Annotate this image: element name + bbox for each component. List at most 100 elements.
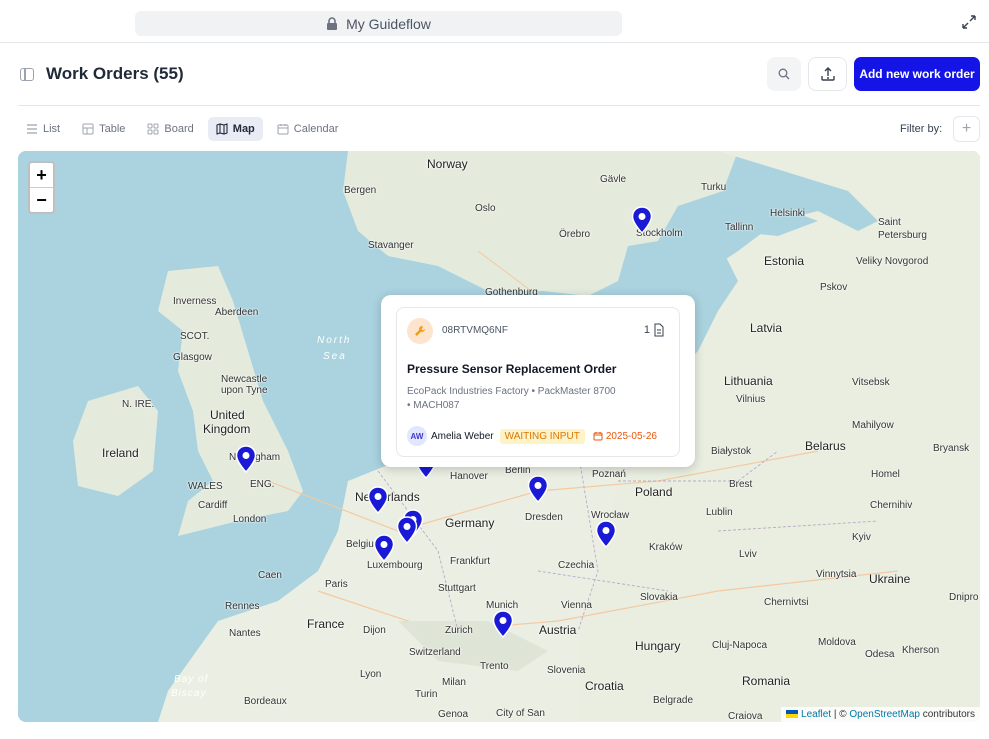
map-label: Turin [415, 689, 438, 700]
map-pin-icon[interactable] [235, 445, 257, 473]
map-label: Poland [635, 485, 673, 499]
map-label: Gävle [600, 174, 627, 185]
map-label: Frankfurt [450, 556, 491, 567]
tab-map[interactable]: Map [207, 117, 263, 141]
map-label: Kraków [649, 542, 683, 553]
calendar-icon [593, 432, 603, 441]
status-badge: WAITING INPUT [499, 428, 585, 444]
map-label: Austria [539, 623, 577, 637]
osm-link[interactable]: OpenStreetMap [849, 709, 920, 720]
machine-id: MACH087 [413, 400, 460, 411]
map-pin-icon[interactable] [595, 520, 617, 548]
map-label: Chernihiv [870, 500, 913, 511]
map-label: United [210, 408, 245, 422]
avatar: AW [407, 426, 427, 446]
work-order-card[interactable]: 08RTVMQ6NF 1 Pressure Sensor Replacement… [396, 307, 680, 457]
map-label: Belgrade [653, 695, 694, 706]
zoom-control: + − [28, 161, 55, 214]
map-label: Caen [258, 570, 282, 581]
attribution-separator: | © [831, 709, 850, 720]
map-view[interactable]: + − Norway Bergen Oslo Stavanger Gävle T… [18, 151, 980, 722]
map-label: France [307, 617, 345, 631]
map-label: Milan [442, 677, 466, 688]
tab-table-label: Table [99, 123, 126, 135]
map-pin-icon[interactable] [631, 206, 653, 234]
map-label: Dresden [525, 512, 563, 523]
map-label: Slovenia [547, 665, 586, 676]
map-label: Poznań [592, 469, 626, 480]
map-label: WALES [188, 481, 223, 492]
tab-calendar[interactable]: Calendar [269, 117, 347, 141]
leaflet-link[interactable]: Leaflet [801, 709, 831, 720]
map-label: Örebro [559, 229, 591, 240]
attachment-count-value: 1 [643, 324, 650, 336]
attribution-suffix: contributors [919, 709, 975, 720]
map-label: Zurich [445, 625, 473, 636]
url-title: My Guideflow [346, 15, 431, 32]
map-label: Tallinn [725, 222, 754, 233]
map-label: Białystok [711, 446, 752, 457]
expand-icon[interactable] [961, 14, 977, 30]
calendar-icon [277, 124, 289, 135]
map-label: Ukraine [869, 572, 911, 586]
add-filter-button[interactable]: + [953, 116, 980, 142]
page-header: Work Orders (55) Add new work order [0, 43, 989, 106]
page-title: Work Orders (55) [46, 64, 184, 83]
map-label: SCOT. [180, 331, 210, 342]
url-bar[interactable]: My Guideflow [135, 11, 622, 36]
map-pin-icon[interactable] [492, 610, 514, 638]
ukraine-flag-icon [786, 710, 799, 719]
map-icon [216, 123, 228, 135]
map-label: Petersburg [878, 230, 927, 241]
map-label: Germany [445, 516, 495, 530]
map-label: Turku [701, 182, 727, 193]
map-label: Bay of [174, 674, 209, 685]
list-icon [27, 124, 37, 134]
work-order-title: Pressure Sensor Replacement Order [407, 362, 617, 376]
map-label: Vienna [561, 600, 592, 611]
map-label: Moldova [818, 637, 856, 648]
map-label: Hanover [450, 471, 488, 482]
map-label: Helsinki [770, 208, 806, 219]
zoom-in-button[interactable]: + [30, 163, 53, 188]
map-label: Pskov [820, 282, 848, 293]
map-pin-icon[interactable] [527, 475, 549, 503]
factory-name: EcoPack Industries Factory [407, 386, 529, 397]
map-label: Lublin [706, 507, 733, 518]
map-label: London [233, 514, 267, 525]
map-label: Cluj-Napoca [712, 640, 768, 651]
map-label: Bryansk [933, 443, 970, 454]
map-label: Oslo [475, 203, 496, 214]
map-label: Lyon [360, 669, 382, 680]
map-label: Cardiff [198, 500, 228, 511]
search-button[interactable] [767, 57, 801, 91]
map-label: Trento [480, 661, 509, 672]
map-label: Chernivtsi [764, 597, 809, 608]
tab-board-label: Board [164, 123, 194, 135]
map-pin-icon[interactable] [367, 486, 389, 514]
attachment-count: 1 [644, 323, 665, 337]
header-divider [18, 105, 980, 106]
sidebar-toggle-icon[interactable] [20, 68, 34, 81]
map-pin-icon[interactable] [373, 534, 395, 562]
wrench-icon [407, 318, 433, 344]
map-label: Genoa [438, 709, 469, 720]
export-button[interactable] [808, 57, 847, 91]
tab-list[interactable]: List [18, 117, 68, 141]
map-label: Kyiv [852, 532, 871, 543]
map-label: Ireland [102, 446, 139, 460]
browser-bar: My Guideflow [0, 0, 989, 43]
map-label: Switzerland [409, 647, 461, 658]
add-work-order-button[interactable]: Add new work order [854, 57, 980, 91]
map-label: Mahilyow [852, 420, 894, 431]
zoom-out-button[interactable]: − [30, 188, 53, 212]
tab-board[interactable]: Board [139, 117, 201, 141]
map-pin-icon[interactable] [396, 516, 418, 544]
map-label: Inverness [173, 296, 217, 307]
map-label: Brest [729, 479, 753, 490]
tab-table[interactable]: Table [74, 117, 133, 141]
plus-icon: + [961, 120, 972, 137]
map-label: Belarus [805, 439, 846, 453]
map-label: Lithuania [724, 374, 773, 388]
board-icon [147, 123, 159, 135]
